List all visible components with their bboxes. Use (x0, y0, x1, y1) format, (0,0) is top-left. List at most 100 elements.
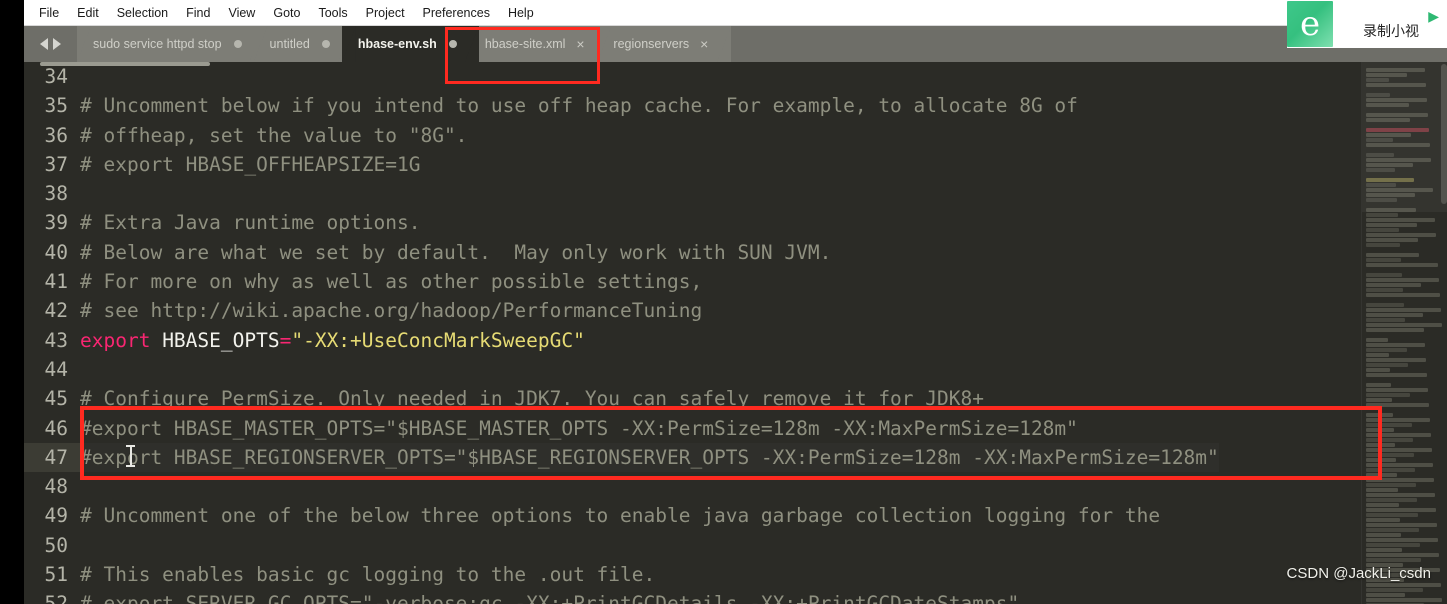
minimap-line (1366, 278, 1439, 282)
minimap-line (1366, 388, 1428, 392)
minimap-line (1366, 483, 1416, 487)
code-line[interactable]: 50 (24, 531, 1219, 560)
triangle-left-icon[interactable] (40, 38, 48, 50)
code-line[interactable]: 47 #export HBASE_REGIONSERVER_OPTS="$HBAS… (24, 442, 1219, 473)
minimap-line (1366, 588, 1423, 592)
screen-recorder-overlay[interactable]: e ▶ 录制小视 (1287, 0, 1447, 48)
code-line[interactable]: 49 # Uncomment one of the below three opt… (24, 501, 1219, 530)
minimap-line (1366, 343, 1425, 347)
vertical-scrollbar[interactable] (1441, 62, 1447, 604)
minimap[interactable] (1361, 62, 1447, 604)
line-number: 39 (44, 211, 68, 235)
minimap-line (1366, 548, 1402, 552)
menu-item-find[interactable]: Find (177, 3, 219, 23)
code-line[interactable]: 48 (24, 472, 1219, 501)
code-line[interactable]: 38 (24, 179, 1219, 208)
minimap-line (1366, 213, 1398, 217)
menu-item-preferences[interactable]: Preferences (414, 3, 499, 23)
watermark-text: CSDN @JackLi_csdn (1286, 565, 1431, 582)
code-line[interactable]: 36 # offheap, set the value to "8G". (24, 121, 1219, 150)
menu-item-view[interactable]: View (219, 3, 264, 23)
minimap-line (1366, 443, 1395, 447)
line-number: 45 (44, 387, 68, 411)
code-line[interactable]: 51 # This enables basic gc logging to the… (24, 560, 1219, 589)
minimap-line (1366, 528, 1419, 532)
code-token-str: "-XX:+UseConcMarkSweepGC" (291, 328, 585, 352)
code-editor[interactable]: 34 35 # Uncomment below if you intend to … (24, 62, 1447, 604)
code-line[interactable]: 45 # Configure PermSize. Only needed in J… (24, 384, 1219, 413)
code-token-cmt: # Extra Java runtime options. (80, 211, 421, 235)
minimap-line (1366, 283, 1421, 287)
edge-browser-icon[interactable]: e (1287, 1, 1333, 47)
line-number: 43 (44, 328, 68, 352)
unsaved-dot-icon[interactable] (448, 40, 457, 48)
minimap-line (1366, 508, 1436, 512)
code-token-op: = (279, 328, 292, 352)
tab-edge-right (717, 26, 732, 62)
minimap-line (1366, 373, 1427, 377)
tab-hbase-env-sh[interactable]: hbase-env.sh (341, 26, 479, 62)
unsaved-dot-icon[interactable] (233, 40, 242, 48)
line-number: 42 (44, 299, 68, 323)
minimap-line (1366, 368, 1390, 372)
minimap-line (1366, 533, 1401, 537)
line-number: 36 (44, 123, 68, 147)
minimap-line (1366, 223, 1417, 227)
code-line[interactable]: 43 export HBASE_OPTS="-XX:+UseConcMarkSwe… (24, 326, 1219, 355)
triangle-right-icon[interactable] (53, 38, 61, 50)
record-label: 录制小视 (1363, 23, 1419, 39)
record-widget[interactable]: ▶ 录制小视 (1333, 9, 1447, 39)
line-number: 50 (44, 533, 68, 557)
menu-item-file[interactable]: File (30, 3, 68, 23)
minimap-viewport[interactable] (1362, 62, 1447, 212)
line-number: 52 (44, 592, 68, 604)
code-line[interactable]: 35 # Uncomment below if you intend to use… (24, 91, 1219, 120)
minimap-line (1366, 583, 1441, 587)
minimap-line (1366, 293, 1440, 297)
close-icon[interactable]: × (573, 37, 587, 51)
minimap-line (1366, 518, 1400, 522)
menu-item-project[interactable]: Project (357, 3, 414, 23)
menu-item-goto[interactable]: Goto (264, 3, 309, 23)
menu-item-tools[interactable]: Tools (309, 3, 356, 23)
line-number: 34 (44, 65, 68, 88)
code-line[interactable]: 40 # Below are what we set by default. Ma… (24, 238, 1219, 267)
minimap-line (1366, 538, 1438, 542)
code-line[interactable]: 37 # export HBASE_OFFHEAPSIZE=1G (24, 150, 1219, 179)
code-line[interactable]: 42 # see http://wiki.apache.org/hadoop/Pe… (24, 296, 1219, 325)
tab-untitled[interactable]: untitled (253, 26, 352, 62)
minimap-line (1366, 323, 1442, 327)
minimap-line (1366, 363, 1408, 367)
vertical-scrollbar-thumb[interactable] (1441, 64, 1447, 204)
tab-sudo-service-httpd-stop[interactable]: sudo service httpd stop (77, 26, 264, 62)
minimap-line (1366, 358, 1426, 362)
code-line[interactable]: 39 # Extra Java runtime options. (24, 208, 1219, 237)
code-token-cmt: # offheap, set the value to "8G". (80, 123, 468, 147)
tab-body[interactable]: sudo service httpd stop (91, 26, 250, 62)
menu-item-edit[interactable]: Edit (68, 3, 108, 23)
code-token-cmt: #export HBASE_MASTER_OPTS="$HBASE_MASTER… (80, 416, 1078, 440)
tab-regionservers[interactable]: regionservers × (597, 26, 732, 62)
code-line[interactable]: 44 (24, 355, 1219, 384)
close-icon[interactable]: × (697, 37, 711, 51)
line-number: 49 (44, 504, 68, 528)
tab-edge-left (253, 26, 268, 62)
line-number: 48 (44, 475, 68, 499)
minimap-line (1366, 243, 1400, 247)
minimap-line (1366, 553, 1439, 557)
tab-nav-arrows[interactable] (24, 26, 77, 62)
code-line[interactable]: 52 # export SERVER_GC_OPTS="-verbose:gc -… (24, 589, 1219, 604)
tab-bar: sudo service httpd stop untitled hbase-env… (24, 26, 1447, 62)
code-line[interactable]: 41 # For more on why as well as other pos… (24, 267, 1219, 296)
minimap-line (1366, 503, 1399, 507)
menu-item-selection[interactable]: Selection (108, 3, 177, 23)
menu-item-help[interactable]: Help (499, 3, 543, 23)
line-number: 35 (44, 94, 68, 118)
horizontal-scrollbar[interactable] (40, 62, 210, 66)
tab-hbase-site-xml[interactable]: hbase-site.xml × (468, 26, 608, 62)
code-line[interactable]: 46 #export HBASE_MASTER_OPTS="$HBASE_MAST… (24, 414, 1219, 443)
minimap-line (1366, 418, 1430, 422)
unsaved-dot-icon[interactable] (321, 40, 330, 48)
minimap-line (1366, 328, 1424, 332)
code-line[interactable]: 34 (24, 62, 1219, 91)
